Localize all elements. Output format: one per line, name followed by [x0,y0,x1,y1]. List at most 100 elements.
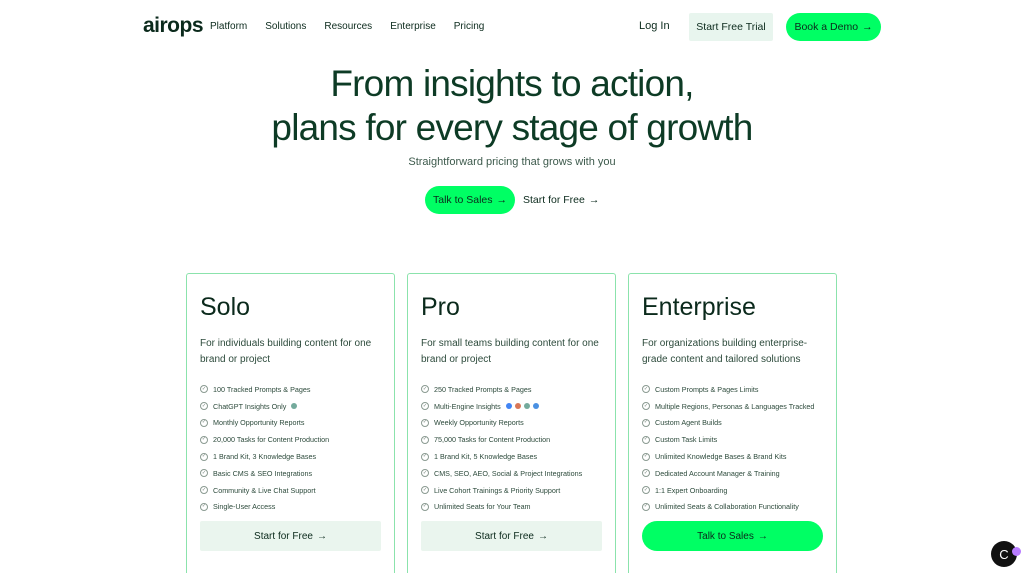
google-icon [505,403,512,410]
book-demo-button[interactable]: Book a Demo → [786,13,881,41]
nav-platform[interactable]: Platform [210,21,247,32]
talk-to-sales-label: Talk to Sales [432,194,493,206]
check-icon: ✓ [642,418,650,427]
check-icon: ✓ [642,452,650,461]
feature-item: ✓ Single-User Access [200,499,329,516]
nav-resources[interactable]: Resources [324,21,372,32]
feature-item: ✓ Custom Agent Builds [642,415,814,432]
feature-item: ✓ Weekly Opportunity Reports [421,415,582,432]
plan-card-enterprise: Enterprise For organizations building en… [628,273,837,573]
pro-start-for-free-button[interactable]: Start for Free → [421,521,602,551]
check-icon: ✓ [642,486,650,495]
plan-description: For small teams building content for one… [421,338,599,365]
feature-item: ✓ 1 Brand Kit, 5 Knowledge Bases [421,448,582,465]
feature-item: ✓ Community & Live Chat Support [200,482,329,499]
hero-subtitle: Straightforward pricing that grows with … [408,156,616,168]
feature-text: Unlimited Seats & Collaboration Function… [655,502,799,512]
check-icon: ✓ [421,452,429,461]
gemini-icon [532,403,539,410]
claude-icon [514,403,521,410]
button-label: Start for Free [475,530,534,542]
arrow-right-icon: → [757,530,768,542]
feature-item: ✓ Multi-Engine Insights [421,398,582,415]
plan-description: For organizations building enterprise-gr… [642,338,808,365]
feature-text: 100 Tracked Prompts & Pages [213,384,311,394]
start-free-trial-button[interactable]: Start Free Trial [689,13,773,41]
feature-text: 250 Tracked Prompts & Pages [434,384,532,394]
book-demo-label: Book a Demo [794,21,859,33]
feature-item: ✓ 1:1 Expert Onboarding [642,482,814,499]
plan-title: Solo [200,293,251,321]
check-icon: ✓ [642,469,650,478]
feature-text: 1 Brand Kit, 3 Knowledge Bases [213,452,317,462]
arrow-right-icon: → [496,194,508,206]
chatgpt-icon [291,403,298,410]
feature-text: Custom Agent Builds [655,418,722,428]
enterprise-talk-to-sales-button[interactable]: Talk to Sales → [642,521,823,551]
check-icon: ✓ [200,418,208,427]
feature-item: ✓ Unlimited Knowledge Bases & Brand Kits [642,448,814,465]
plan-title: Pro [421,293,460,321]
feature-item: ✓ 100 Tracked Prompts & Pages [200,381,329,398]
nav-links: Platform Solutions Resources Enterprise … [210,21,502,32]
check-icon: ✓ [421,418,429,427]
feature-text: ChatGPT Insights Only [213,401,287,411]
start-for-free-link[interactable]: Start for Free → [523,194,599,206]
hero-title-line1: From insights to action, [330,63,694,104]
feature-item: ✓ 250 Tracked Prompts & Pages [421,381,582,398]
feature-text: 1 Brand Kit, 5 Knowledge Bases [434,452,538,462]
check-icon: ✓ [642,385,650,394]
feature-item: ✓ 20,000 Tasks for Content Production [200,431,329,448]
check-icon: ✓ [421,502,429,511]
check-icon: ✓ [421,385,429,394]
arrow-right-icon: → [537,530,548,542]
feature-text: Monthly Opportunity Reports [213,418,305,428]
airops-logo[interactable]: airops [143,14,204,38]
button-label: Talk to Sales [697,530,754,542]
check-icon: ✓ [642,435,650,444]
feature-item: ✓ Custom Task Limits [642,431,814,448]
feature-text: 1:1 Expert Onboarding [655,485,728,495]
feature-text: Unlimited Knowledge Bases & Brand Kits [655,452,787,462]
check-icon: ✓ [200,435,208,444]
top-nav: airops Platform Solutions Resources Ente… [0,0,1024,56]
check-icon: ✓ [200,452,208,461]
feature-item: ✓ Live Cohort Trainings & Priority Suppor… [421,482,582,499]
start-for-free-label: Start for Free [523,194,585,206]
check-icon: ✓ [421,469,429,478]
arrow-right-icon: → [862,21,873,33]
login-link[interactable]: Log In [639,20,670,32]
feature-item: ✓ Unlimited Seats & Collaboration Functio… [642,499,814,516]
feature-text: Multi-Engine Insights [434,401,501,411]
chat-notification-icon [1012,547,1021,556]
arrow-right-icon: → [588,194,600,206]
feature-list: ✓ Custom Prompts & Pages Limits ✓ Multiple… [642,381,814,515]
feature-list: ✓ 100 Tracked Prompts & Pages ✓ ChatGPT In… [200,381,329,515]
feature-item: ✓ Custom Prompts & Pages Limits [642,381,814,398]
button-label: Start for Free [254,530,313,542]
nav-solutions[interactable]: Solutions [265,21,306,32]
feature-text: Unlimited Seats for Your Team [434,502,531,512]
hero-title-line2: plans for every stage of growth [271,107,753,148]
feature-text: Single-User Access [213,502,276,512]
check-icon: ✓ [200,469,208,478]
check-icon: ✓ [642,502,650,511]
feature-text: Basic CMS & SEO Integrations [213,468,313,478]
check-icon: ✓ [200,486,208,495]
feature-item: ✓ Multiple Regions, Personas & Languages … [642,398,814,415]
solo-start-for-free-button[interactable]: Start for Free → [200,521,381,551]
feature-item: ✓ ChatGPT Insights Only [200,398,329,415]
check-icon: ✓ [642,402,650,411]
talk-to-sales-button[interactable]: Talk to Sales → [425,186,515,214]
plan-card-pro: Pro For small teams building content for… [407,273,616,573]
plan-title: Enterprise [642,293,756,321]
feature-text: Multiple Regions, Personas & Languages T… [655,401,815,411]
nav-enterprise[interactable]: Enterprise [390,21,436,32]
feature-item: ✓ Unlimited Seats for Your Team [421,499,582,516]
feature-item: ✓ CMS, SEO, AEO, Social & Project Integra… [421,465,582,482]
feature-text: Custom Task Limits [655,435,718,445]
nav-pricing[interactable]: Pricing [454,21,485,32]
feature-list: ✓ 250 Tracked Prompts & Pages ✓ Multi-Engi… [421,381,582,515]
check-icon: ✓ [200,502,208,511]
feature-text: Dedicated Account Manager & Training [655,468,780,478]
